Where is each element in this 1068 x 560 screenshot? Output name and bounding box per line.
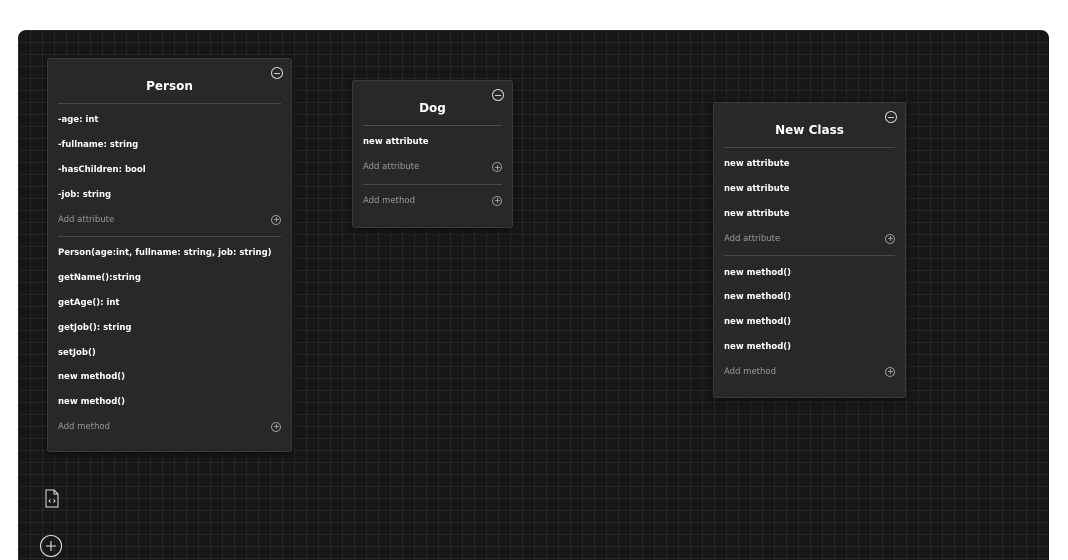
attribute-row[interactable]: new attribute bbox=[714, 152, 905, 177]
methods-section: new method() new method() new method() n… bbox=[724, 255, 895, 388]
method-row[interactable]: setJob() bbox=[48, 340, 291, 365]
attribute-row[interactable]: -fullname: string bbox=[48, 133, 291, 158]
method-row[interactable]: getJob(): string bbox=[48, 315, 291, 340]
attributes-section: -age: int -fullname: string -hasChildren… bbox=[58, 104, 281, 236]
add-circle-icon[interactable] bbox=[492, 162, 502, 173]
attribute-row[interactable]: -hasChildren: bool bbox=[48, 158, 291, 183]
add-attribute-button[interactable]: Add attribute bbox=[353, 155, 512, 180]
class-header: Dog bbox=[363, 81, 504, 126]
add-method-button[interactable]: Add method bbox=[714, 359, 905, 384]
method-row[interactable]: new method() bbox=[48, 365, 291, 390]
attributes-section: new attribute Add attribute bbox=[363, 126, 502, 184]
method-row[interactable]: new method() bbox=[714, 310, 905, 335]
add-attribute-button[interactable]: Add attribute bbox=[714, 226, 905, 251]
add-circle-icon[interactable] bbox=[271, 214, 281, 225]
add-attribute-button[interactable]: Add attribute bbox=[48, 207, 291, 232]
class-card-person[interactable]: Person -age: int -fullname: string -hasC… bbox=[47, 58, 292, 452]
method-row[interactable]: new method() bbox=[714, 285, 905, 310]
add-method-button[interactable]: Add method bbox=[353, 189, 512, 214]
collapse-icon[interactable] bbox=[271, 67, 283, 79]
collapse-icon[interactable] bbox=[885, 111, 897, 123]
method-row[interactable]: getName():string bbox=[48, 266, 291, 291]
diagram-canvas[interactable]: Person -age: int -fullname: string -hasC… bbox=[18, 30, 1049, 560]
collapse-icon[interactable] bbox=[492, 89, 504, 101]
method-row[interactable]: getAge(): int bbox=[48, 291, 291, 316]
attribute-row[interactable]: new attribute bbox=[714, 177, 905, 202]
class-title[interactable]: Person bbox=[146, 69, 193, 93]
method-row[interactable]: new method() bbox=[714, 260, 905, 285]
attributes-section: new attribute new attribute new attribut… bbox=[724, 148, 895, 255]
class-card-dog[interactable]: Dog new attribute Add attribute Add meth… bbox=[352, 80, 513, 228]
methods-section: Person(age:int, fullname: string, job: s… bbox=[58, 235, 281, 443]
add-circle-icon[interactable] bbox=[885, 233, 895, 244]
class-header: New Class bbox=[724, 103, 897, 148]
class-title[interactable]: Dog bbox=[419, 91, 446, 115]
plus-circle-icon[interactable] bbox=[39, 534, 63, 558]
method-row[interactable]: new method() bbox=[714, 335, 905, 360]
add-method-button[interactable]: Add method bbox=[48, 415, 291, 440]
attribute-row[interactable]: -age: int bbox=[48, 108, 291, 133]
class-header: Person bbox=[58, 59, 283, 104]
add-circle-icon[interactable] bbox=[885, 366, 895, 377]
method-row[interactable]: Person(age:int, fullname: string, job: s… bbox=[48, 241, 291, 266]
attribute-row[interactable]: -job: string bbox=[48, 182, 291, 207]
methods-section: Add method bbox=[363, 183, 502, 218]
attribute-row[interactable]: new attribute bbox=[714, 202, 905, 227]
add-circle-icon[interactable] bbox=[492, 195, 502, 206]
method-row[interactable]: new method() bbox=[48, 390, 291, 415]
code-file-icon[interactable] bbox=[45, 489, 59, 508]
attribute-row[interactable]: new attribute bbox=[353, 130, 512, 155]
add-circle-icon[interactable] bbox=[271, 421, 281, 432]
class-card-new-class[interactable]: New Class new attribute new attribute ne… bbox=[713, 102, 906, 398]
class-title[interactable]: New Class bbox=[775, 113, 844, 137]
